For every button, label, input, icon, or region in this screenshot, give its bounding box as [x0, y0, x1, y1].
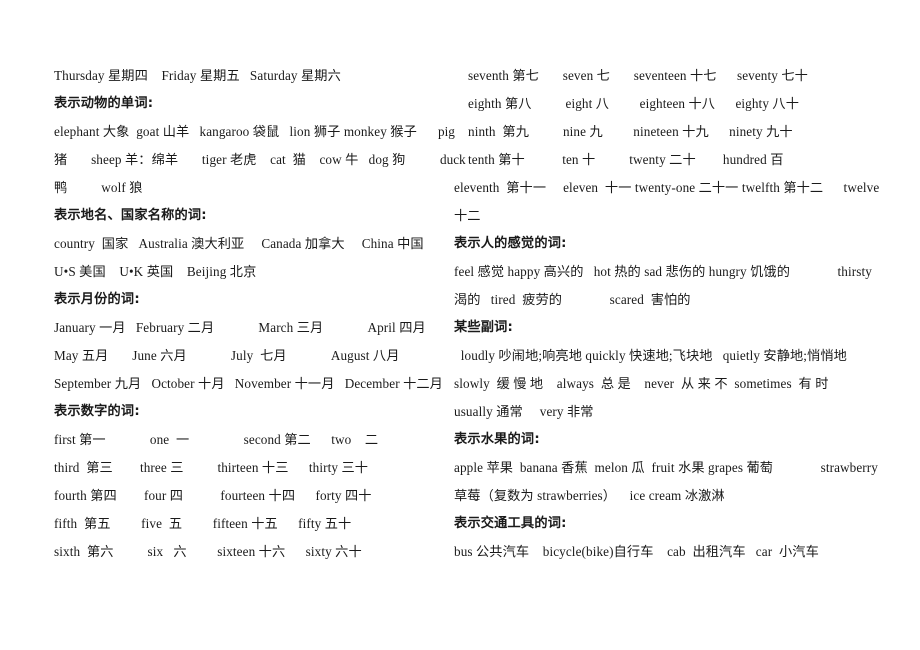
fruits-line-2: 草莓（复数为 strawberries） ice cream 冰激淋: [454, 488, 725, 503]
places-line-1: country 国家 Australia 澳大利亚 Canada 加拿大 Chi…: [54, 236, 424, 251]
numbers-cont-line-2: eighth 第八 eight 八 eighteen 十八 eighty 八十: [468, 96, 799, 111]
stray-word-pig: pig: [438, 124, 455, 139]
numbers-cont-line-3: ninth 第九 nine 九 nineteen 十九 ninety 九十: [468, 124, 793, 139]
numbers-line-2: third 第三 three 三 thirteen 十三 thirty 三十: [54, 460, 369, 475]
animals-line-1: elephant 大象 goat 山羊 kangaroo 袋鼠 lion 狮子 …: [54, 124, 417, 139]
numbers-line-4: fifth 第五 five 五 fifteen 十五 fifty 五十: [54, 516, 352, 531]
heading-fruits: 表示水果的词:: [454, 432, 540, 447]
months-line-1: January 一月 February 二月 March 三月 April 四月: [54, 320, 426, 335]
numbers-line-1: first 第一 one 一 second 第二 two 二: [54, 432, 379, 447]
numbers-cont-line-6: 十二: [454, 208, 481, 223]
months-line-3: September 九月 October 十月 November 十一月 Dec…: [54, 376, 443, 391]
numbers-line-5: sixth 第六 six 六 sixteen 十六 sixty 六十: [54, 544, 362, 559]
months-line-2: May 五月 June 六月 July 七月 August 八月: [54, 348, 400, 363]
adverbs-line-2: slowly 缓 慢 地 always 总 是 never 从 来 不 some…: [454, 376, 829, 391]
transport-line-1: bus 公共汽车 bicycle(bike)自行车 cab 出租汽车 car 小…: [454, 544, 819, 559]
numbers-cont-line-5: eleventh 第十一 eleven 十一 twenty-one 二十一 tw…: [454, 180, 880, 195]
numbers-cont-line-1: seventh 第七 seven 七 seventeen 十七 seventy …: [468, 68, 808, 83]
feelings-line-2: 渴的 tired 疲劳的 scared 害怕的: [454, 292, 691, 307]
heading-feelings: 表示人的感觉的词:: [454, 236, 567, 251]
weekdays-line: Thursday 星期四 Friday 星期五 Saturday 星期六: [54, 68, 341, 83]
animals-line-2: 猪 sheep 羊：绵羊 tiger 老虎 cat 猫 cow 牛 dog 狗: [54, 152, 406, 167]
numbers-cont-line-4: tenth 第十 ten 十 twenty 二十 hundred 百: [468, 152, 784, 167]
heading-adverbs: 某些副词:: [454, 320, 514, 335]
stray-word-duck: duck: [440, 152, 466, 167]
feelings-line-1: feel 感觉 happy 高兴的 hot 热的 sad 悲伤的 hungry …: [454, 264, 872, 279]
heading-transport: 表示交通工具的词:: [454, 516, 567, 531]
adverbs-line-1: loudly 吵闹地;响亮地 quickly 快速地;飞块地 quietly 安…: [454, 348, 847, 363]
fruits-line-1: apple 苹果 banana 香蕉 melon 瓜 fruit 水果 grap…: [454, 460, 878, 475]
document-page: Thursday 星期四 Friday 星期五 Saturday 星期六 表示动…: [0, 0, 920, 650]
heading-months: 表示月份的词:: [54, 292, 140, 307]
right-column: pig duck seventh 第七 seven 七 seventeen 十七…: [438, 62, 902, 566]
left-column: Thursday 星期四 Friday 星期五 Saturday 星期六 表示动…: [18, 62, 443, 566]
places-line-2: U•S 美国 U•K 英国 Beijing 北京: [54, 264, 257, 279]
heading-animals: 表示动物的单词:: [54, 96, 154, 111]
adverbs-line-3: usually 通常 very 非常: [454, 404, 594, 419]
numbers-line-3: fourth 第四 four 四 fourteen 十四 forty 四十: [54, 488, 372, 503]
heading-places: 表示地名、国家名称的词:: [54, 208, 207, 223]
heading-numbers: 表示数字的词:: [54, 404, 140, 419]
two-column-layout: Thursday 星期四 Friday 星期五 Saturday 星期六 表示动…: [18, 62, 902, 566]
animals-line-3: 鸭 wolf 狼: [54, 180, 143, 195]
